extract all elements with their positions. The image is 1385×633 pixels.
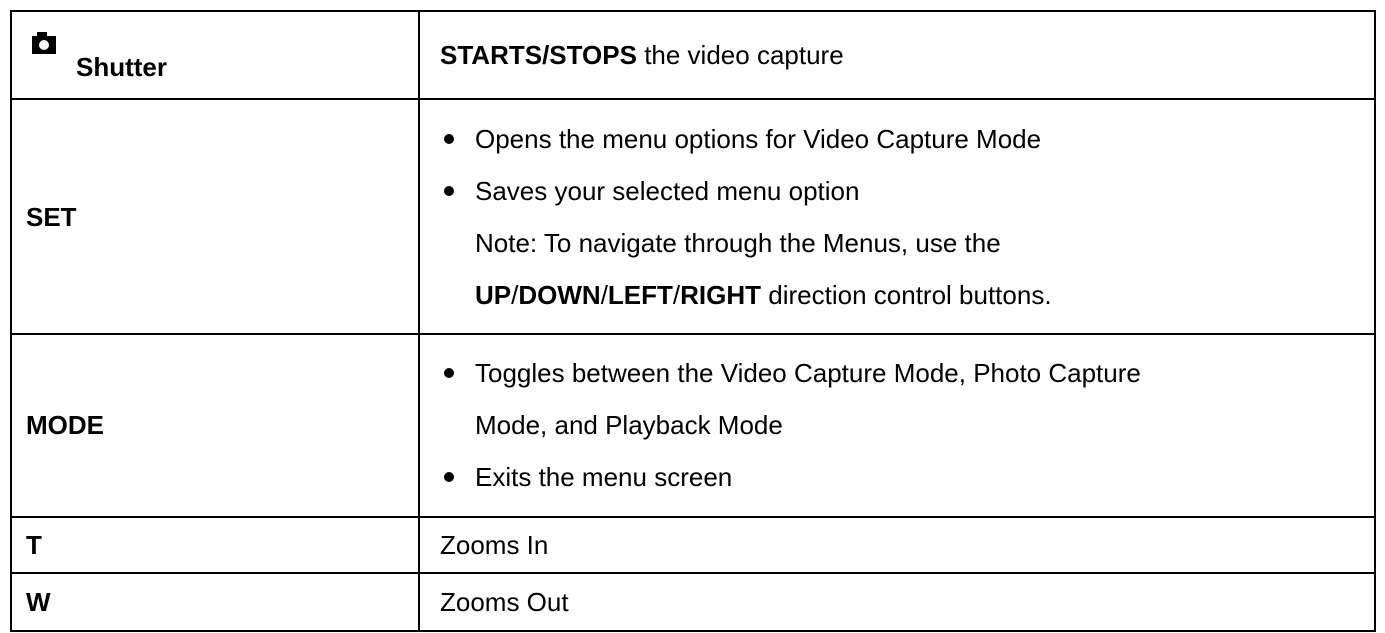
left-text: LEFT	[607, 279, 673, 310]
list-item: Toggles between the Video Capture Mode, …	[420, 347, 1374, 399]
button-functions-table: Shutter STARTS/STOPS the video capture S…	[10, 9, 1376, 633]
t-label: T	[10, 515, 420, 574]
set-desc-cell: Opens the menu options for Video Capture…	[418, 98, 1376, 336]
separator-text: /	[600, 279, 608, 310]
shutter-label-cell: Shutter	[10, 9, 420, 101]
table-row-mode: MODE Toggles between the Video Capture M…	[10, 333, 1376, 518]
mode-desc-cell: Toggles between the Video Capture Mode, …	[418, 333, 1376, 518]
bullet-icon	[444, 368, 454, 379]
camera-icon	[32, 32, 56, 55]
mode-bullet-1-continuation: Mode, and Playback Mode	[475, 410, 783, 441]
mode-bullet-2-text: Exits the menu screen	[475, 462, 733, 493]
table-row-set: SET Opens the menu options for Video Cap…	[10, 98, 1376, 336]
shutter-desc-text: the video capture	[636, 40, 844, 71]
table-row-shutter: Shutter STARTS/STOPS the video capture	[10, 9, 1376, 101]
set-list: Opens the menu options for Video Capture…	[420, 113, 1374, 321]
bullet-icon	[444, 133, 454, 144]
set-note-line-2: UP/DOWN/LEFT/RIGHT direction control but…	[420, 269, 1374, 321]
w-desc: Zooms Out	[418, 571, 1376, 633]
up-text: UP	[475, 279, 512, 310]
shutter-desc-cell: STARTS/STOPS the video capture	[418, 9, 1376, 101]
bullet-icon	[444, 185, 454, 196]
down-text: DOWN	[518, 279, 601, 310]
mode-bullet-1-text: Toggles between the Video Capture Mode, …	[475, 358, 1141, 389]
list-item: Exits the menu screen	[420, 451, 1374, 503]
mode-label: MODE	[10, 333, 420, 518]
set-note-line-1: Note: To navigate through the Menus, use…	[475, 227, 1001, 258]
list-item: Opens the menu options for Video Capture…	[420, 113, 1374, 165]
note-rest-text: direction control buttons.	[761, 279, 1052, 310]
w-label: W	[10, 571, 420, 633]
list-item: Saves your selected menu option	[420, 165, 1374, 217]
set-bullet-1-text: Opens the menu options for Video Capture…	[475, 123, 1042, 154]
set-bullet-2-text: Saves your selected menu option	[475, 175, 860, 206]
table-row-w: W Zooms Out	[10, 571, 1376, 633]
set-label: SET	[10, 98, 420, 336]
t-desc: Zooms In	[418, 515, 1376, 574]
bullet-icon	[444, 472, 454, 483]
shutter-label: Shutter	[76, 52, 167, 83]
table-row-t: T Zooms In	[10, 515, 1376, 574]
right-text: RIGHT	[680, 279, 762, 310]
mode-list: Toggles between the Video Capture Mode, …	[420, 347, 1374, 503]
starts-stops-text: STARTS/STOPS	[440, 40, 637, 71]
